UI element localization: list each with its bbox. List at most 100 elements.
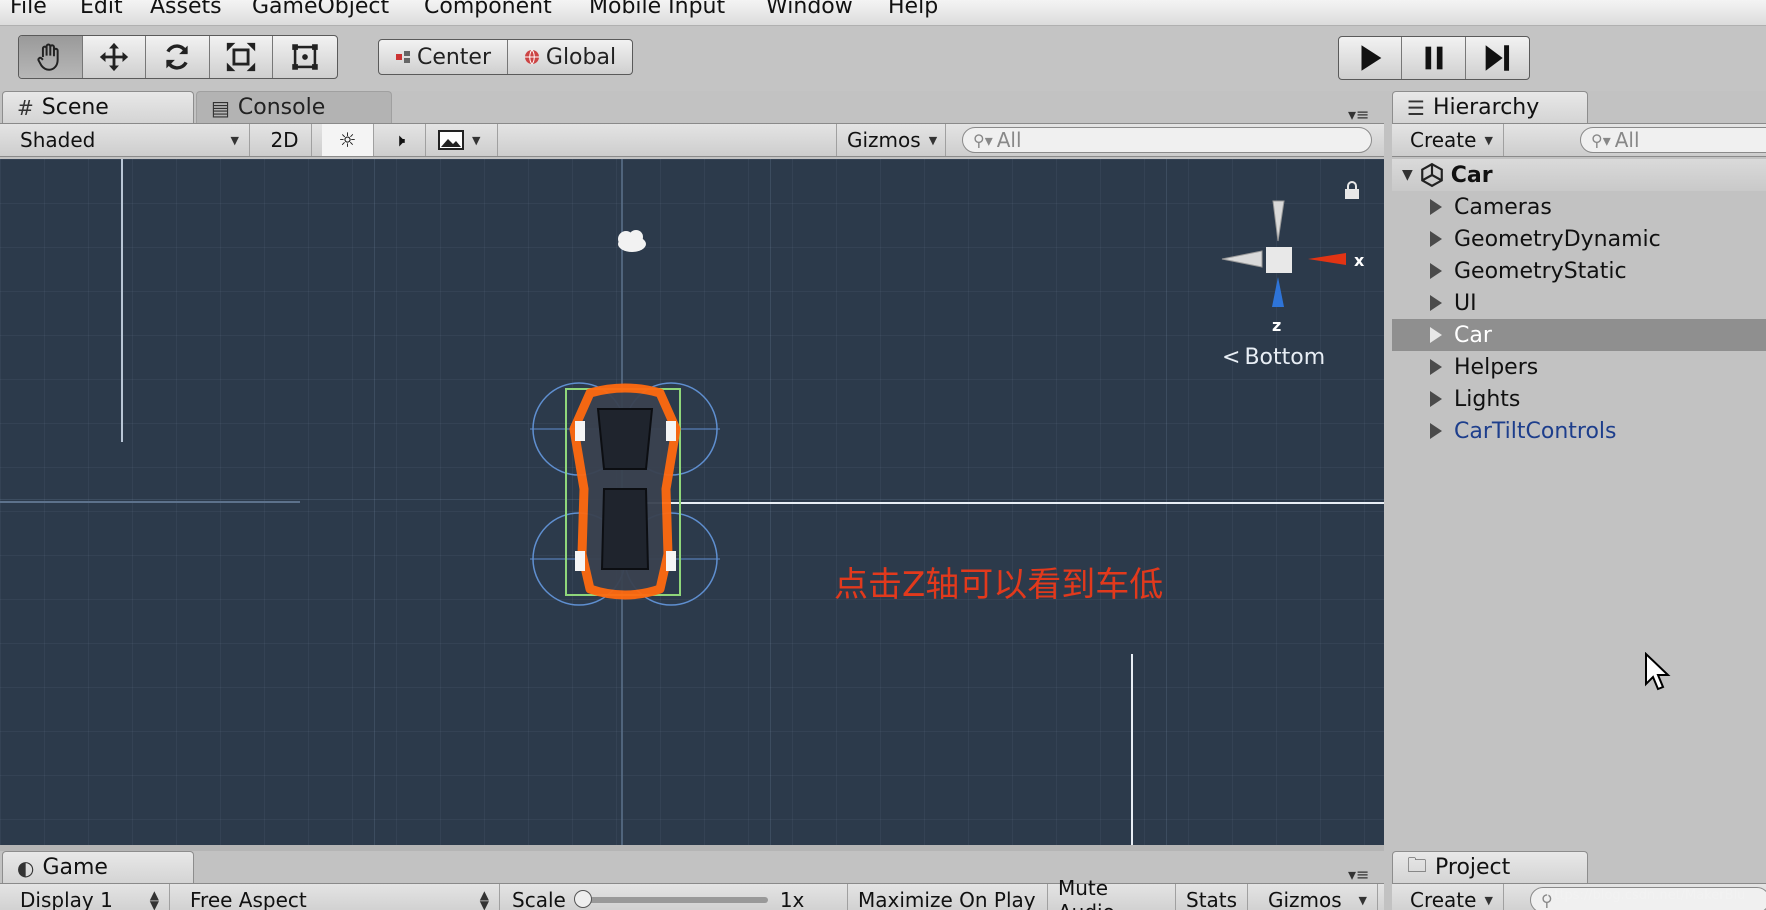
list-icon: ☰ xyxy=(1407,96,1425,120)
effects-dropdown[interactable]: ▼ xyxy=(428,124,498,156)
chevron-down-icon: ▼ xyxy=(472,134,480,147)
hierarchy-panel: ▼ Car Cameras GeometryDynamic GeometryStat… xyxy=(1392,159,1766,845)
gizmos-label: Gizmos xyxy=(847,128,921,152)
globe-icon xyxy=(524,49,540,65)
display-label: Display 1 xyxy=(20,888,113,910)
chevron-down-icon: ▼ xyxy=(929,134,937,147)
gizmos-dropdown[interactable]: Gizmos ▼ xyxy=(836,124,946,156)
hierarchy-scene-root[interactable]: ▼ Car xyxy=(1392,159,1766,191)
hand-icon xyxy=(33,40,67,74)
hierarchy-item[interactable]: GeometryStatic xyxy=(1392,255,1766,287)
step-button[interactable] xyxy=(1466,37,1529,79)
tab-hierarchy-label: Hierarchy xyxy=(1433,95,1539,120)
collapsed-triangle-icon[interactable] xyxy=(1430,359,1442,375)
lock-icon[interactable] xyxy=(1345,182,1359,199)
scale-label: Scale xyxy=(512,888,566,910)
2d-toggle[interactable]: 2D xyxy=(258,124,312,156)
move-tool-button[interactable] xyxy=(83,36,147,78)
up-down-icon: ▲▼ xyxy=(480,890,489,910)
menu-assets[interactable]: Assets xyxy=(150,0,222,19)
rotate-tool-button[interactable] xyxy=(146,36,210,78)
project-create-dropdown[interactable]: Create ▼ xyxy=(1400,884,1504,910)
hierarchy-item[interactable]: Car xyxy=(1392,319,1766,351)
hierarchy-item[interactable]: GeometryDynamic xyxy=(1392,223,1766,255)
menu-gameobject[interactable]: GameObject xyxy=(252,0,389,19)
tab-console[interactable]: ▤ Console xyxy=(196,91,392,123)
expanded-triangle-icon: ▼ xyxy=(1402,167,1413,183)
image-icon xyxy=(438,130,464,150)
hierarchy-item[interactable]: CarTiltControls xyxy=(1392,415,1766,447)
pivot-mode-button[interactable]: Center xyxy=(379,40,508,74)
speaker-icon: 🕨 xyxy=(394,130,405,151)
hierarchy-toolbar: Create ▼ ⚲▾ All xyxy=(1392,123,1766,157)
chevron-down-icon: ▼ xyxy=(1484,894,1492,907)
tab-project-label: Project xyxy=(1435,855,1510,880)
pivot-center-icon xyxy=(395,49,411,65)
maximize-on-play-toggle[interactable]: Maximize On Play xyxy=(848,884,1048,910)
mute-audio-toggle[interactable]: Mute Audio xyxy=(1048,884,1176,910)
step-icon xyxy=(1480,41,1514,75)
scene-root-label: Car xyxy=(1451,163,1493,188)
rect-transform-icon xyxy=(288,40,322,74)
pause-icon xyxy=(1417,41,1451,75)
menu-help[interactable]: Help xyxy=(888,0,938,19)
search-icon: ⚲▾ xyxy=(973,131,993,150)
rect-tool-button[interactable] xyxy=(273,36,337,78)
console-icon: ▤ xyxy=(211,96,230,120)
stats-toggle[interactable]: Stats xyxy=(1176,884,1248,910)
hand-tool-button[interactable] xyxy=(19,36,83,78)
collapsed-triangle-icon[interactable] xyxy=(1430,295,1442,311)
collapsed-triangle-icon[interactable] xyxy=(1430,231,1442,247)
hierarchy-item-label: GeometryStatic xyxy=(1454,259,1627,284)
view-label[interactable]: < Bottom xyxy=(1222,345,1325,370)
scale-slider[interactable]: Scale 1x xyxy=(502,884,848,910)
hierarchy-create-dropdown[interactable]: Create ▼ xyxy=(1400,124,1504,156)
hierarchy-search-input[interactable]: ⚲▾ All xyxy=(1580,127,1766,153)
scene-search-input[interactable]: ⚲▾ All xyxy=(962,127,1372,153)
menu-window[interactable]: Window xyxy=(766,0,853,19)
hierarchy-item[interactable]: Lights xyxy=(1392,383,1766,415)
hierarchy-item[interactable]: Cameras xyxy=(1392,191,1766,223)
hierarchy-item-label: Cameras xyxy=(1454,195,1552,220)
tab-hierarchy[interactable]: ☰ Hierarchy xyxy=(1392,91,1588,123)
hierarchy-item-label: UI xyxy=(1454,291,1477,316)
tab-scene[interactable]: # Scene xyxy=(2,91,194,123)
pivot-rotation-button[interactable]: Global xyxy=(508,40,632,74)
menu-component[interactable]: Component xyxy=(424,0,552,19)
collapsed-triangle-icon[interactable] xyxy=(1430,199,1442,215)
scale-thumb[interactable] xyxy=(574,890,592,908)
watermark: https://blog.csdn.net/MakerBlu xyxy=(1546,888,1745,903)
aspect-dropdown[interactable]: Free Aspect ▲▼ xyxy=(180,884,500,910)
menu-mobile-input[interactable]: Mobile Input xyxy=(589,0,725,19)
play-button[interactable] xyxy=(1339,37,1402,79)
transform-tools xyxy=(18,35,338,79)
scene-toolbar: Shaded ▼ 2D ☼ 🕨 ▼ Gizmos ▼ ⚲▾ All xyxy=(0,123,1384,157)
collapsed-triangle-icon[interactable] xyxy=(1430,423,1442,439)
hierarchy-item[interactable]: Helpers xyxy=(1392,351,1766,383)
scene-view[interactable]: x z < Bottom 点击Z轴可以看到车低 xyxy=(0,159,1384,845)
tab-console-label: Console xyxy=(238,95,325,120)
orientation-gizmo[interactable]: x z xyxy=(1222,201,1365,335)
menu-file[interactable]: File xyxy=(10,0,47,19)
collapsed-triangle-icon[interactable] xyxy=(1430,327,1442,343)
audio-toggle[interactable]: 🕨 xyxy=(374,124,426,156)
back-arrow-icon: < xyxy=(1222,345,1240,370)
collapsed-triangle-icon[interactable] xyxy=(1430,263,1442,279)
collapsed-triangle-icon[interactable] xyxy=(1430,391,1442,407)
game-gizmos-dropdown[interactable]: Gizmos ▼ xyxy=(1258,884,1378,910)
pause-button[interactable] xyxy=(1402,37,1465,79)
tab-project[interactable]: 🗀 Project xyxy=(1392,851,1588,883)
scale-tool-button[interactable] xyxy=(210,36,274,78)
search-icon: ⚲▾ xyxy=(1591,131,1611,150)
hierarchy-item[interactable]: UI xyxy=(1392,287,1766,319)
panel-menu-icon[interactable]: ▾≡ xyxy=(1348,105,1369,124)
panel-menu-icon[interactable]: ▾≡ xyxy=(1348,865,1369,884)
display-dropdown[interactable]: Display 1 ▲▼ xyxy=(10,884,170,910)
hierarchy-item-label: GeometryDynamic xyxy=(1454,227,1661,252)
panel-divider xyxy=(0,845,1384,851)
tab-game[interactable]: ◐ Game xyxy=(2,851,194,883)
menu-edit[interactable]: Edit xyxy=(80,0,123,19)
chevron-down-icon: ▼ xyxy=(1484,134,1492,147)
shading-dropdown[interactable]: Shaded ▼ xyxy=(10,124,250,156)
lighting-toggle[interactable]: ☼ xyxy=(322,124,374,156)
